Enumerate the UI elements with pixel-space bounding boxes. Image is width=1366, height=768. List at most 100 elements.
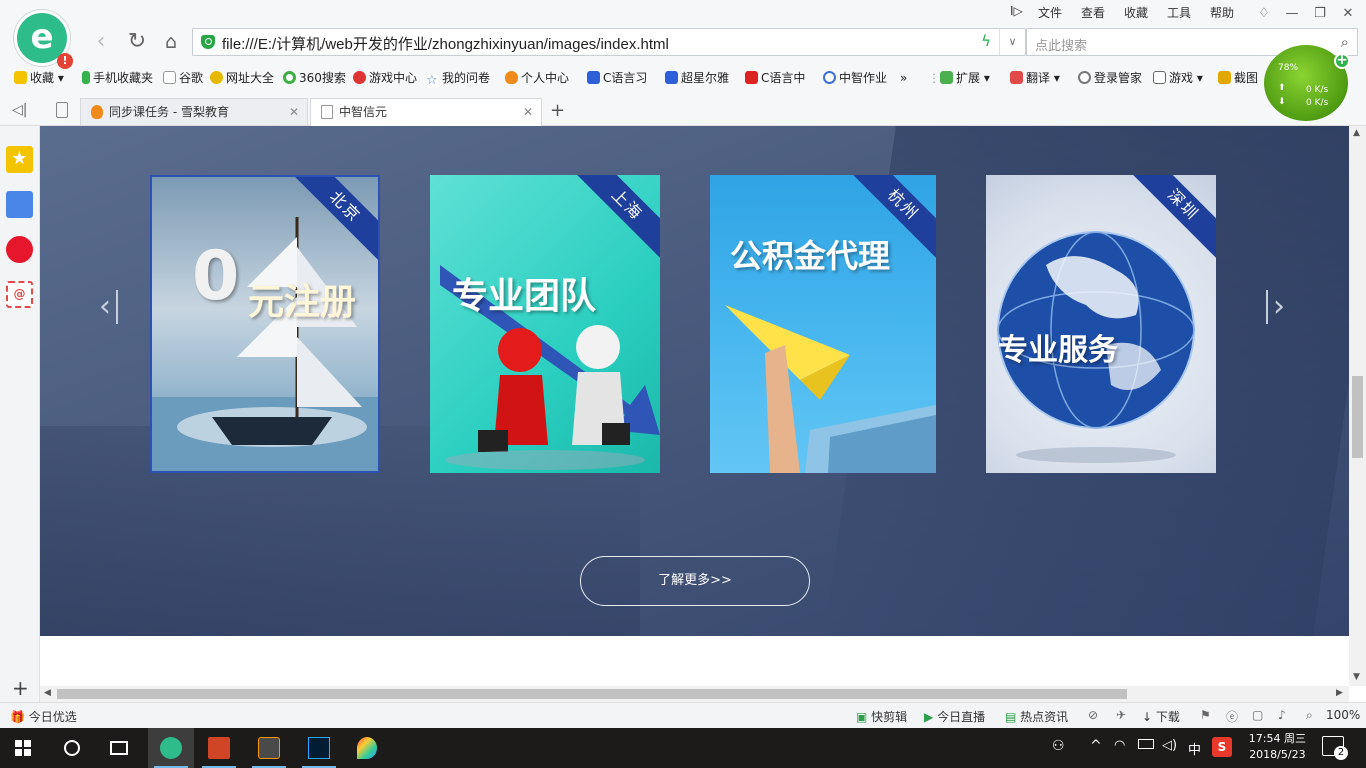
sound-icon[interactable]: ♪ xyxy=(1278,708,1286,722)
sogou-icon[interactable]: S xyxy=(1212,737,1232,757)
bookmark-c-lang-2[interactable]: C语言中 xyxy=(745,68,805,88)
login-manager-button[interactable]: 登录管家 xyxy=(1078,68,1142,88)
bookmark-google[interactable]: 谷歌 xyxy=(163,68,203,88)
address-bar[interactable]: file:///E:/计算机/web开发的作业/zhongzhixinyuan/… xyxy=(192,28,1026,56)
extensions-button[interactable]: 扩展 ▾ xyxy=(940,68,990,88)
download-button[interactable]: ↓ 下载 xyxy=(1142,708,1180,725)
service-card-beijing[interactable]: 0 元注册 北京 xyxy=(150,175,380,473)
sidebar-toggle-icon[interactable]: I▷ xyxy=(1010,4,1023,18)
bookmark-hao[interactable]: 网址大全 xyxy=(210,68,274,88)
quick-clip-button[interactable]: ▣ 快剪辑 xyxy=(856,708,907,725)
zoom-icon[interactable]: ⌕ xyxy=(1306,708,1313,723)
service-card-shanghai[interactable]: 专业团队 上海 xyxy=(430,175,660,473)
flag-icon[interactable]: ⚑ xyxy=(1200,708,1211,722)
adblock-icon[interactable]: ⊘ xyxy=(1088,708,1098,722)
games-button[interactable]: 游戏 ▾ xyxy=(1153,68,1203,88)
battery-icon[interactable] xyxy=(1138,739,1154,749)
scroll-left-icon[interactable]: ◀ xyxy=(44,688,51,698)
home-icon[interactable]: ⌂ xyxy=(158,30,184,56)
scroll-right-icon[interactable]: ▶ xyxy=(1336,688,1343,698)
close-icon[interactable]: ✕ xyxy=(1338,6,1358,22)
taskbar-powerpoint[interactable] xyxy=(196,728,242,768)
menu-view[interactable]: 查看 xyxy=(1081,4,1105,21)
search-input[interactable]: 点此搜索 xyxy=(1035,35,1087,54)
start-button[interactable] xyxy=(0,728,46,768)
carousel-next-button[interactable]: › xyxy=(1264,288,1294,328)
bookmark-mobile[interactable]: 手机收藏夹 xyxy=(82,68,153,88)
new-tab-icon[interactable]: + xyxy=(550,100,565,121)
mobile-icon[interactable] xyxy=(56,102,68,118)
weibo-icon[interactable] xyxy=(6,236,33,263)
network-speed-ball[interactable]: 78% ⬆ 0 K/s ⬇ 0 K/s + xyxy=(1264,45,1350,121)
bookmark-zhongzhi[interactable]: 中智作业 xyxy=(823,68,887,88)
screenshot-button[interactable]: 截图 xyxy=(1218,68,1258,88)
bookmark-c-lang[interactable]: C语言习 xyxy=(587,68,647,88)
gift-icon: 🎁 xyxy=(10,710,25,724)
window-icon[interactable]: ▢ xyxy=(1252,708,1263,722)
tab-zhongzhi[interactable]: 中智信元 ✕ xyxy=(310,98,542,126)
speed-mode-icon[interactable]: ϟ xyxy=(981,32,991,50)
bookmark-game-center[interactable]: 游戏中心 xyxy=(353,68,417,88)
scrollbar-thumb[interactable] xyxy=(57,689,1127,699)
search-icon[interactable]: ⌕ xyxy=(1341,33,1349,51)
plus-icon[interactable]: + xyxy=(1334,53,1350,69)
windows-logo-icon xyxy=(15,740,31,756)
service-card-hangzhou[interactable]: 公积金代理 杭州 xyxy=(710,175,936,473)
vertical-scrollbar[interactable]: ▲ ▼ xyxy=(1349,126,1366,686)
menu-tools[interactable]: 工具 xyxy=(1167,4,1191,21)
refresh-icon[interactable]: ↻ xyxy=(124,30,150,56)
back-icon[interactable]: ‹ xyxy=(88,30,114,56)
taskbar-sublime[interactable] xyxy=(246,728,292,768)
task-view-button[interactable] xyxy=(96,728,142,768)
scroll-down-icon[interactable]: ▼ xyxy=(1353,672,1360,682)
taskbar-photoshop[interactable] xyxy=(296,728,342,768)
scroll-up-icon[interactable]: ▲ xyxy=(1353,128,1360,138)
browser-logo[interactable]: e ! xyxy=(14,10,73,69)
close-tab-icon[interactable]: ✕ xyxy=(523,99,533,125)
bookmark-personal[interactable]: 个人中心 xyxy=(505,68,569,88)
service-card-shenzhen[interactable]: 专业服务 深圳 xyxy=(986,175,1216,473)
ime-indicator[interactable]: 中 xyxy=(1188,739,1201,758)
chevron-down-icon[interactable]: ∨ xyxy=(999,29,1025,55)
email-icon[interactable]: @ xyxy=(6,281,33,308)
collapse-sidebar-icon[interactable]: ◁| xyxy=(12,102,27,118)
wifi-icon[interactable]: ◠ xyxy=(1114,738,1125,753)
more-bookmarks-icon[interactable]: » xyxy=(900,68,907,88)
bookmark-360search[interactable]: 360搜索 xyxy=(283,68,346,88)
scrollbar-thumb[interactable] xyxy=(1352,376,1363,458)
bookmark-chaoxing[interactable]: 超星尔雅 xyxy=(665,68,729,88)
system-clock[interactable]: 17:54 周三 2018/5/23 xyxy=(1249,731,1306,763)
daily-picks[interactable]: 🎁 今日优选 xyxy=(10,708,77,725)
chevron-up-icon[interactable]: ^ xyxy=(1090,738,1102,754)
menu-file[interactable]: 文件 xyxy=(1038,4,1062,21)
favorites-star-icon[interactable]: ★ xyxy=(6,146,33,173)
translate-button[interactable]: 翻译 ▾ xyxy=(1010,68,1060,88)
taskbar-paint[interactable] xyxy=(344,728,390,768)
menu-favorites[interactable]: 收藏 xyxy=(1124,4,1148,21)
volume-icon[interactable]: ◁) xyxy=(1162,738,1177,753)
maximize-icon[interactable]: ❐ xyxy=(1310,6,1330,22)
card-digit: 0 xyxy=(192,237,240,316)
upload-arrow-icon: ⬆ xyxy=(1278,83,1286,93)
people-icon[interactable]: ⚇ xyxy=(1052,738,1065,754)
close-tab-icon[interactable]: ✕ xyxy=(289,99,299,125)
minimize-icon[interactable]: — xyxy=(1282,6,1302,22)
address-url[interactable]: file:///E:/计算机/web开发的作业/zhongzhixinyuan/… xyxy=(222,33,669,54)
horizontal-scrollbar[interactable]: ◀ ▶ xyxy=(40,686,1349,702)
tab-xueli[interactable]: 同步课任务 - 雪梨教育 ✕ xyxy=(80,98,308,125)
cortana-button[interactable] xyxy=(48,728,94,768)
pin-icon[interactable]: ✈ xyxy=(1116,708,1126,722)
add-sidebar-icon[interactable]: + xyxy=(12,676,29,700)
ie-icon[interactable]: ⓔ xyxy=(1226,708,1238,725)
carousel-prev-button[interactable]: ‹ xyxy=(90,288,120,328)
taskbar-360-browser[interactable] xyxy=(148,728,194,768)
bookmark-favorites[interactable]: 收藏 ▾ xyxy=(14,68,64,88)
hot-news-button[interactable]: ▤ 热点资讯 xyxy=(1005,708,1068,725)
reading-list-icon[interactable] xyxy=(6,191,33,218)
zoom-level[interactable]: 100% xyxy=(1326,708,1360,722)
live-button[interactable]: ▶ 今日直播 xyxy=(924,708,985,725)
bookmark-survey[interactable]: ☆ 我的问卷 xyxy=(426,68,490,88)
skin-icon[interactable]: ♢ xyxy=(1254,6,1274,22)
menu-help[interactable]: 帮助 xyxy=(1210,4,1234,21)
learn-more-button[interactable]: 了解更多>> xyxy=(580,556,810,606)
